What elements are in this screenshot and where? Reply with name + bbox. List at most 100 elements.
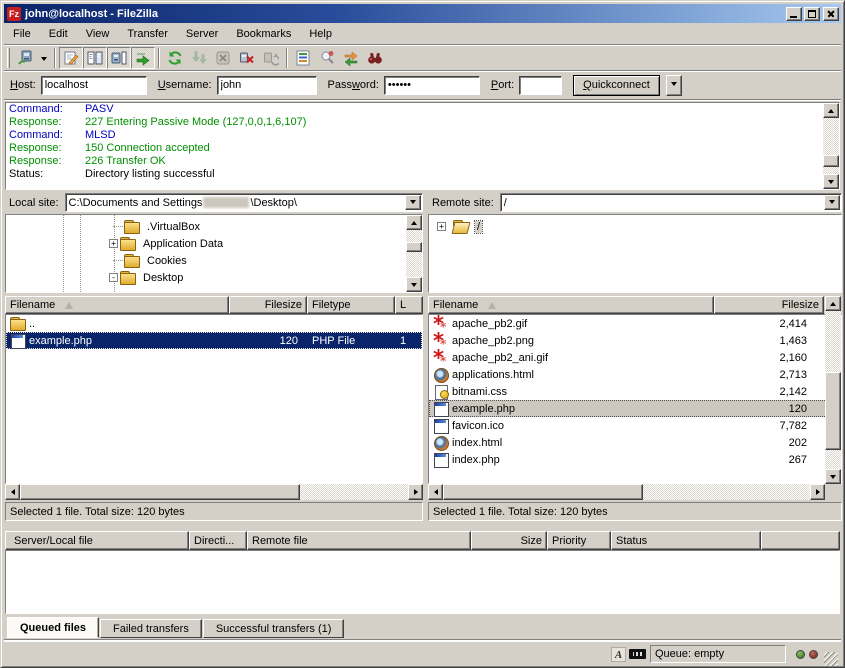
toggle-local-tree-button[interactable] xyxy=(83,47,107,69)
username-label: Username: xyxy=(158,79,212,91)
site-manager-button[interactable] xyxy=(13,47,37,69)
tree-item-cookies[interactable]: Cookies xyxy=(109,252,422,269)
chevron-down-icon xyxy=(671,82,677,89)
find-files-button[interactable] xyxy=(363,47,387,69)
tree-guide xyxy=(63,215,64,292)
remote-list-scrollbar[interactable] xyxy=(825,296,841,484)
folder-icon xyxy=(124,254,140,268)
expand-icon[interactable]: + xyxy=(109,239,118,248)
scrollbar-thumb[interactable] xyxy=(20,484,300,500)
filezilla-logo-icon: Fz xyxy=(7,7,21,21)
log-scrollbar[interactable] xyxy=(823,103,839,189)
remote-horizontal-scrollbar[interactable] xyxy=(428,484,825,500)
tree-connector xyxy=(113,260,123,261)
scroll-right-icon xyxy=(816,489,823,495)
file-row[interactable]: apache_pb2_ani.gif 2,160 xyxy=(429,349,841,366)
refresh-button[interactable] xyxy=(163,47,187,69)
tree-item-root[interactable]: + / xyxy=(437,218,841,235)
html-file-icon xyxy=(433,368,449,382)
quickconnect-dropdown-button[interactable] xyxy=(666,75,682,96)
column-header-direction[interactable]: Directi... xyxy=(189,531,247,550)
password-input[interactable] xyxy=(384,76,480,95)
column-header-remote-file[interactable]: Remote file xyxy=(247,531,471,550)
menu-server[interactable]: Server xyxy=(177,26,227,42)
toggle-transfer-queue-button[interactable] xyxy=(131,47,155,69)
column-header-priority[interactable]: Priority xyxy=(547,531,611,550)
close-button[interactable] xyxy=(823,7,839,21)
synchronized-browsing-button[interactable] xyxy=(339,47,363,69)
column-header-filesize[interactable]: Filesize xyxy=(229,296,307,314)
menu-help[interactable]: Help xyxy=(300,26,341,42)
resize-grip[interactable] xyxy=(824,652,838,666)
file-row[interactable]: bitnami.css 2,142 xyxy=(429,383,841,400)
scroll-up-icon xyxy=(828,106,834,113)
cancel-button[interactable] xyxy=(211,47,235,69)
tab-failed-transfers[interactable]: Failed transfers xyxy=(100,619,202,638)
file-row-parent-dir[interactable]: .. xyxy=(6,315,422,332)
remote-site-label: Remote site: xyxy=(428,197,500,209)
tree-item-desktop[interactable]: - Desktop xyxy=(109,269,422,286)
expand-icon[interactable]: + xyxy=(437,222,446,231)
log-line: Response:227 Entering Passive Mode (127,… xyxy=(6,116,839,129)
collapse-icon[interactable]: - xyxy=(109,273,118,282)
disconnect-button[interactable] xyxy=(235,47,259,69)
php-file-icon xyxy=(433,402,449,416)
tree-item-application-data[interactable]: + Application Data xyxy=(109,235,422,252)
log-line: Command:PASV xyxy=(6,103,839,116)
remote-list-header: Filename Filesize xyxy=(428,296,824,314)
file-row-example-php[interactable]: example.php 120 PHP File 1 xyxy=(6,332,422,349)
menu-bookmarks[interactable]: Bookmarks xyxy=(227,26,300,42)
scrollbar-thumb[interactable] xyxy=(825,372,841,450)
menu-edit[interactable]: Edit xyxy=(40,26,77,42)
quickconnect-button[interactable]: Quickconnect xyxy=(573,75,660,96)
tab-queued-files[interactable]: Queued files xyxy=(7,617,99,638)
message-log-icon xyxy=(63,50,79,66)
column-header-filename[interactable]: Filename xyxy=(428,296,714,314)
column-header-status[interactable]: Status xyxy=(611,531,761,550)
scrollbar-thumb[interactable] xyxy=(823,155,839,167)
close-icon xyxy=(824,8,838,20)
process-queue-button[interactable] xyxy=(187,47,211,69)
toolbar-separator xyxy=(158,48,160,68)
queue-list[interactable] xyxy=(5,550,840,614)
remote-site-dropdown-button[interactable] xyxy=(824,195,840,210)
file-row-example-php[interactable]: example.php 120 xyxy=(429,400,841,417)
tab-successful-transfers[interactable]: Successful transfers (1) xyxy=(203,619,345,638)
toggle-message-log-button[interactable] xyxy=(59,47,83,69)
file-row[interactable]: index.php 267 xyxy=(429,451,841,468)
menu-transfer[interactable]: Transfer xyxy=(118,26,177,42)
host-input[interactable] xyxy=(41,76,147,95)
column-header-server-local-file[interactable]: Server/Local file xyxy=(5,531,189,550)
local-tree-scrollbar[interactable] xyxy=(406,215,422,292)
reconnect-button[interactable] xyxy=(259,47,283,69)
menu-file[interactable]: File xyxy=(4,26,40,42)
column-header-filename[interactable]: Filename xyxy=(5,296,229,314)
column-header-lastmodified[interactable]: L xyxy=(395,296,423,314)
column-header-filesize[interactable]: Filesize xyxy=(714,296,824,314)
tree-item-virtualbox[interactable]: .VirtualBox xyxy=(109,218,422,235)
file-row[interactable]: applications.html 2,713 xyxy=(429,366,841,383)
menu-view[interactable]: View xyxy=(77,26,119,42)
toggle-remote-tree-button[interactable] xyxy=(107,47,131,69)
scroll-down-icon xyxy=(411,283,417,290)
file-row[interactable]: index.html 202 xyxy=(429,434,841,451)
port-input[interactable] xyxy=(519,76,562,95)
file-row[interactable]: apache_pb2.png 1,463 xyxy=(429,332,841,349)
directory-comparison-button[interactable] xyxy=(315,47,339,69)
local-horizontal-scrollbar[interactable] xyxy=(5,484,423,500)
site-manager-dropdown-button[interactable] xyxy=(37,47,51,69)
local-tree-icon xyxy=(87,50,103,66)
minimize-button[interactable] xyxy=(786,7,802,21)
column-header-filetype[interactable]: Filetype xyxy=(307,296,395,314)
local-site-dropdown-button[interactable] xyxy=(405,195,421,210)
username-input[interactable] xyxy=(217,76,317,95)
scrollbar-thumb[interactable] xyxy=(443,484,643,500)
file-row[interactable]: apache_pb2.gif 2,414 xyxy=(429,315,841,332)
remote-site-combobox[interactable]: / xyxy=(500,193,842,212)
column-header-size[interactable]: Size xyxy=(471,531,547,550)
file-row[interactable]: favicon.ico 7,782 xyxy=(429,417,841,434)
directory-filters-button[interactable] xyxy=(291,47,315,69)
local-site-combobox[interactable]: C:\Documents and Settings\Desktop\ xyxy=(65,193,423,212)
scrollbar-thumb[interactable] xyxy=(406,242,422,252)
maximize-button[interactable] xyxy=(804,7,820,21)
